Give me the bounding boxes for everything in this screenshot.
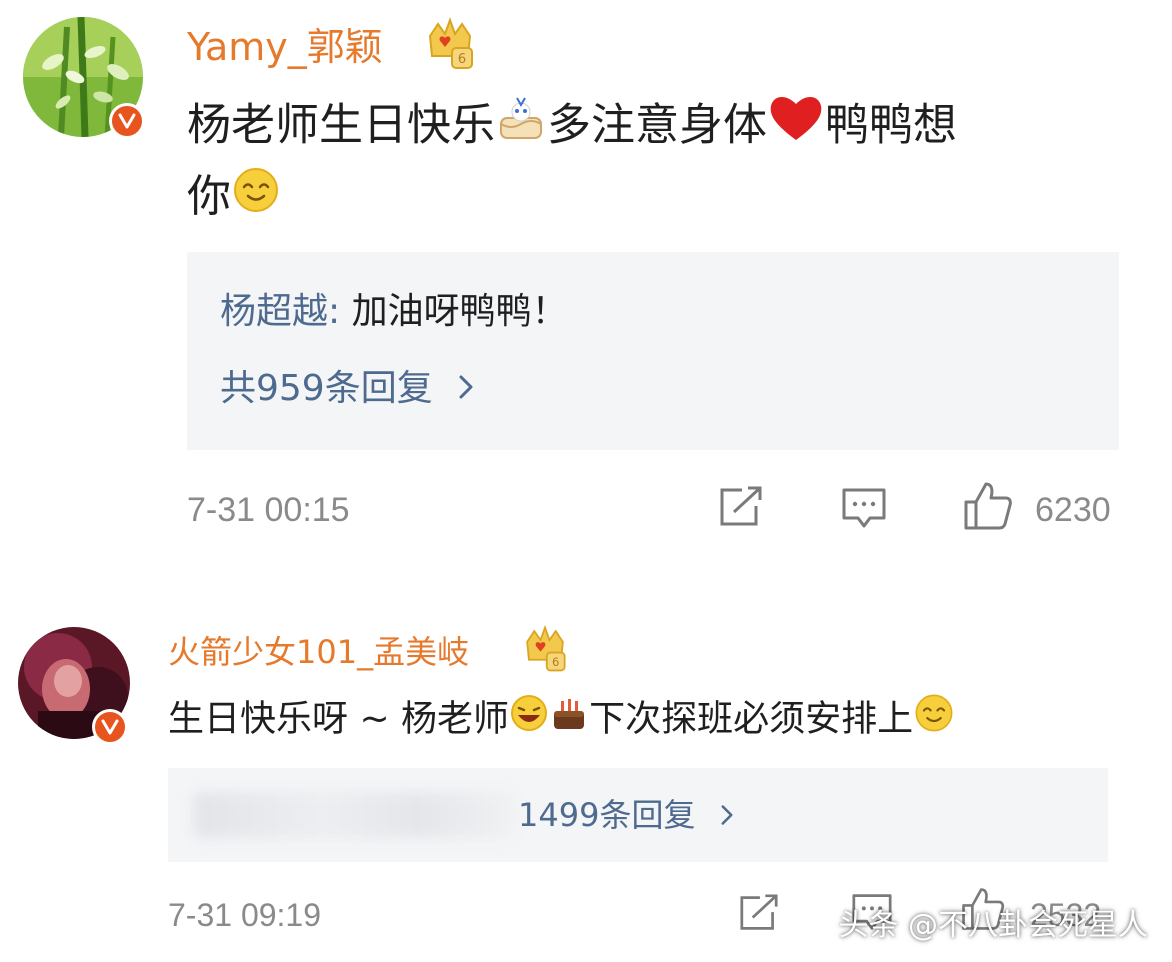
avatar[interactable] [18, 627, 130, 745]
heart-emoji-icon [767, 92, 825, 163]
chevron-right-icon [720, 792, 734, 838]
comment-text-line2: 你 [187, 164, 281, 234]
reply-count-label: 1499条回复 [518, 796, 696, 834]
verified-v-icon [109, 103, 145, 139]
watermark: 头条 @不八卦会死星人 [838, 908, 1148, 943]
share-button[interactable] [718, 486, 764, 532]
cake-emoji-icon [495, 92, 547, 163]
crown-badge-icon[interactable]: 6 [522, 624, 568, 678]
crown-badge-icon[interactable]: 6 [425, 16, 475, 76]
cake-emoji-icon [549, 693, 589, 748]
username[interactable]: 火箭少女101_孟美岐 [168, 630, 469, 674]
text-part: 生日快乐呀 ~ 杨老师 [168, 698, 510, 740]
timestamp: 7-31 09:19 [168, 897, 322, 933]
reply-count-link[interactable]: 共959条回复 [220, 364, 474, 414]
reply-count-label: 共959条回复 [220, 368, 433, 409]
comment-text: 杨老师生日快乐 多注意身体 鸭鸭想 [187, 92, 957, 163]
comment-text: 生日快乐呀 ~ 杨老师 下次探班必须安排上 [168, 692, 955, 749]
text-part: 你 [187, 171, 231, 222]
thumbs-up-icon [964, 482, 1012, 530]
text-part: 下次探班必须安排上 [589, 698, 914, 740]
blurred-reply [194, 792, 514, 838]
reply-colon: : [328, 291, 352, 332]
smile-emoji-icon [231, 165, 281, 234]
reply-text: 加油呀鸭鸭！ [351, 291, 568, 332]
comment-icon [842, 488, 886, 528]
share-icon [720, 486, 762, 526]
comment-1: Yamy_郭颖 6 杨老师生日快乐 多注意身体 鸭鸭想 你 杨超越: 加油呀鸭鸭… [0, 0, 1172, 560]
share-button[interactable] [738, 894, 780, 936]
avatar[interactable] [23, 17, 145, 139]
comment-button[interactable] [840, 486, 888, 534]
share-icon [740, 894, 778, 930]
text-part: 多注意身体 [547, 99, 767, 151]
like-button[interactable] [962, 480, 1014, 536]
verified-v-icon [92, 709, 128, 745]
reply-preview[interactable]: 杨超越: 加油呀鸭鸭！ 共959条回复 [187, 252, 1119, 450]
reply-preview[interactable]: 1499条回复 [168, 768, 1108, 862]
text-part: 杨老师生日快乐 [187, 99, 495, 151]
laugh-emoji-icon [509, 693, 549, 748]
svg-text:6: 6 [458, 52, 466, 67]
text-part: 鸭鸭想 [825, 99, 957, 151]
username[interactable]: Yamy_郭颖 [187, 22, 383, 72]
timestamp: 7-31 00:15 [187, 491, 350, 529]
smile-emoji-icon [913, 692, 955, 749]
reply-count-link[interactable]: 1499条回复 [518, 792, 734, 838]
like-count: 6230 [1035, 491, 1111, 529]
svg-text:6: 6 [552, 655, 559, 669]
reply-username[interactable]: 杨超越 [220, 291, 328, 332]
chevron-right-icon [458, 364, 474, 414]
reply-item[interactable]: 杨超越: 加油呀鸭鸭！ [220, 287, 568, 337]
